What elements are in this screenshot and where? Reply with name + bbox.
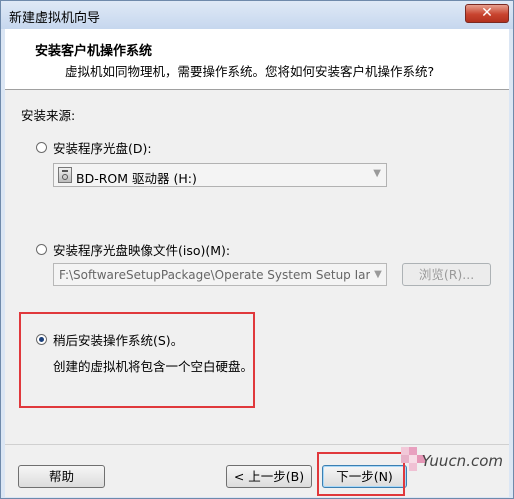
iso-path-input[interactable]: F:\SoftwareSetupPackage\Operate System S… <box>53 263 387 286</box>
wizard-content: 安装来源: 安装程序光盘(D): BD-ROM 驱动器 (H:) ▼ 安装程序光… <box>5 90 509 444</box>
help-button[interactable]: 帮助 <box>18 465 105 488</box>
disc-radio-label[interactable]: 安装程序光盘(D): <box>53 138 152 157</box>
install-source-label: 安装来源: <box>21 108 76 123</box>
later-radio[interactable] <box>36 334 47 345</box>
iso-radio[interactable] <box>36 244 47 255</box>
later-description: 创建的虚拟机将包含一个空白硬盘。 <box>53 359 254 374</box>
close-button[interactable]: ✕ <box>465 4 509 23</box>
title-bar[interactable]: 新建虚拟机向导 ✕ <box>1 1 513 29</box>
iso-path-value: F:\SoftwareSetupPackage\Operate System S… <box>59 268 387 282</box>
drive-select-value: BD-ROM 驱动器 (H:) <box>76 171 197 186</box>
later-radio-label[interactable]: 稍后安装操作系统(S)。 <box>53 330 183 349</box>
close-icon: ✕ <box>481 5 493 21</box>
watermark-text: Yuucn.com <box>421 452 503 470</box>
drive-select[interactable]: BD-ROM 驱动器 (H:) ▼ <box>53 163 387 187</box>
page-description: 虚拟机如同物理机，需要操作系统。您将如何安装客户机操作系统? <box>65 64 435 79</box>
optical-drive-icon <box>58 167 72 183</box>
back-button[interactable]: < 上一步(B) <box>226 465 312 488</box>
window-title: 新建虚拟机向导 <box>9 11 101 26</box>
browse-button[interactable]: 浏览(R)... <box>402 263 491 286</box>
disc-radio[interactable] <box>36 142 47 153</box>
iso-radio-label[interactable]: 安装程序光盘映像文件(iso)(M): <box>53 240 230 259</box>
next-highlight-box <box>317 452 405 496</box>
chevron-down-icon[interactable]: ▼ <box>370 264 386 285</box>
chevron-down-icon[interactable]: ▼ <box>373 168 381 179</box>
wizard-window: 新建虚拟机向导 ✕ 安装客户机操作系统 虚拟机如同物理机，需要操作系统。您将如何… <box>0 0 514 499</box>
page-title: 安装客户机操作系统 <box>35 44 153 59</box>
wizard-header: 安装客户机操作系统 虚拟机如同物理机，需要操作系统。您将如何安装客户机操作系统? <box>5 29 509 90</box>
